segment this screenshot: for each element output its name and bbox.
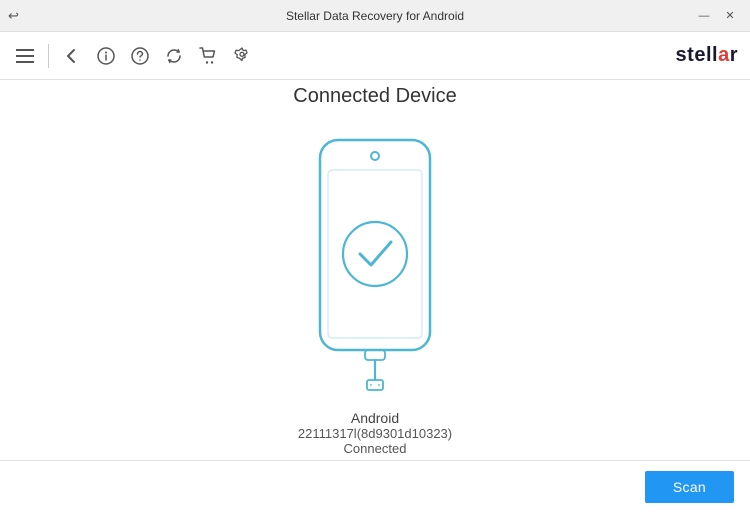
device-name: Android <box>298 410 452 426</box>
toolbar-separator <box>48 44 49 68</box>
scan-button[interactable]: Scan <box>645 471 734 503</box>
settings-icon[interactable] <box>229 43 255 69</box>
menu-icon[interactable] <box>12 43 38 69</box>
title-back-icon: ↩ <box>8 8 19 24</box>
device-id: 22111317l(8d9301d10323) <box>298 426 452 441</box>
device-status: Connected <box>298 441 452 456</box>
toolbar: stellar <box>0 32 750 80</box>
logo-area: stellar <box>676 44 738 67</box>
back-icon[interactable] <box>59 43 85 69</box>
cart-icon[interactable] <box>195 43 221 69</box>
window-title-text: Stellar Data Recovery for Android <box>286 9 464 23</box>
window-controls: — ✕ <box>692 6 742 26</box>
main-content: Connected Device Android 22111317l( <box>0 80 750 460</box>
page-title: Connected Device <box>293 85 456 108</box>
stellar-logo: stellar <box>676 44 738 67</box>
close-button[interactable]: ✕ <box>718 6 742 26</box>
window-title: Stellar Data Recovery for Android <box>286 9 464 23</box>
refresh-icon[interactable] <box>161 43 187 69</box>
phone-illustration: Android 22111317l(8d9301d10323) Connecte… <box>295 132 455 456</box>
help-icon[interactable] <box>127 43 153 69</box>
info-icon[interactable] <box>93 43 119 69</box>
minimize-button[interactable]: — <box>692 6 716 26</box>
title-bar: ↩ Stellar Data Recovery for Android — ✕ <box>0 0 750 32</box>
footer: Scan <box>0 460 750 512</box>
device-info: Android 22111317l(8d9301d10323) Connecte… <box>298 410 452 456</box>
